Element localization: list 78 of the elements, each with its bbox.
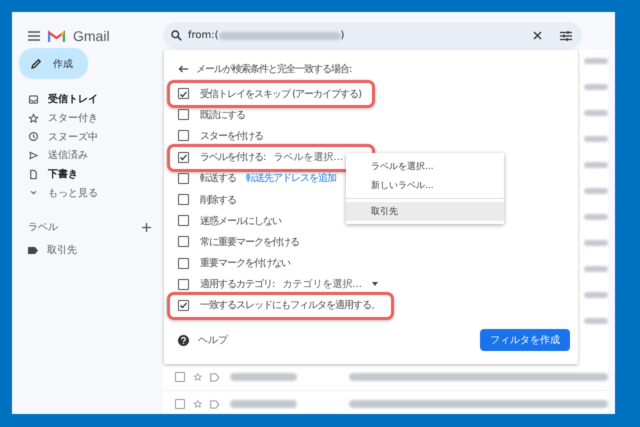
checkbox[interactable] (178, 236, 189, 248)
checkbox[interactable] (178, 300, 189, 311)
pencil-icon (31, 58, 41, 68)
plus-icon[interactable] (142, 222, 151, 232)
option-label: 適用するカテゴリ: (200, 278, 274, 292)
blurred-text (584, 188, 608, 194)
option-label: 常に重要マークを付ける (200, 236, 299, 249)
help-link[interactable]: ヘルプ (198, 333, 228, 348)
blurred-text (584, 110, 608, 116)
option-label: 受信トレイをスキップ (アーカイブする) (200, 88, 361, 101)
nav-icon (28, 112, 39, 124)
option-label: ラベルを付ける: (200, 151, 266, 164)
nav-item[interactable]: スヌーズ中 (12, 127, 163, 146)
option-label: 重要マークを付けない (200, 256, 290, 270)
caret-icon (372, 282, 378, 286)
query-text: ) (340, 30, 344, 41)
blurred-text (584, 136, 608, 142)
nav-item[interactable]: 受信トレイ (12, 90, 163, 109)
blurred-text (584, 292, 608, 298)
checkbox[interactable] (178, 88, 189, 100)
settings-sliders-icon[interactable] (560, 30, 572, 40)
dropdown-select[interactable]: カテゴリを選択... (280, 277, 380, 292)
blurred-text (584, 266, 608, 272)
create-filter-button[interactable]: フィルタを作成 (480, 329, 570, 352)
blurred-text (584, 318, 608, 324)
envelope-logo-icon (48, 30, 65, 42)
checkbox[interactable] (178, 258, 189, 269)
checkbox[interactable] (178, 130, 189, 142)
nav-item[interactable]: スター付き (12, 108, 163, 128)
back-arrow-icon[interactable] (178, 65, 188, 73)
row-checkbox[interactable] (175, 372, 185, 382)
menu-item[interactable]: 新しいラベル... (346, 176, 504, 195)
option-label: 一致するスレッドにもフィルタを適用する。 (200, 298, 380, 312)
search-icon (171, 30, 182, 41)
option-label: スターを付ける (200, 130, 263, 143)
app-name: Gmail (73, 28, 110, 44)
option-label: 迷惑メールにしない (200, 214, 281, 228)
query-text: from:( (188, 30, 219, 41)
menu-item[interactable]: 取引先 (346, 202, 504, 221)
blurred-text (584, 240, 608, 246)
checkbox[interactable] (178, 172, 189, 184)
checkbox[interactable] (178, 109, 189, 120)
checkbox[interactable] (178, 152, 189, 163)
compose-button[interactable]: 作成 (19, 48, 88, 79)
star-icon[interactable] (192, 399, 202, 409)
option-label: 既読にする (200, 108, 245, 122)
option-label: 転送する (200, 172, 236, 186)
blurred-text (230, 373, 297, 381)
close-icon[interactable] (533, 31, 542, 40)
checkbox[interactable] (178, 215, 189, 226)
blurred-text (584, 84, 608, 90)
tag-outline-icon[interactable] (210, 372, 220, 382)
checkbox[interactable] (178, 194, 189, 206)
star-icon[interactable] (192, 372, 202, 382)
blurred-text (584, 58, 608, 64)
nav-icon (28, 94, 39, 105)
menu-icon[interactable] (28, 31, 40, 41)
nav-item[interactable]: 下書き (12, 164, 163, 184)
dialog-heading: メールが検索条件と完全一致する場合: (196, 62, 352, 76)
label-item[interactable]: 取引先 (12, 241, 163, 260)
blurred-text (584, 214, 608, 220)
blurred-text (584, 162, 608, 168)
search-field[interactable]: from:( ) (163, 22, 582, 49)
tag-icon (28, 246, 38, 254)
nav-icon (28, 168, 39, 180)
nav-icon (28, 150, 39, 161)
tag-outline-icon[interactable] (210, 400, 220, 408)
nav-item[interactable]: もっと見る (12, 183, 163, 202)
checkbox[interactable] (178, 278, 189, 290)
row-checkbox[interactable] (175, 399, 185, 409)
blurred-text (230, 400, 297, 408)
option-label: 削除する (200, 194, 236, 207)
nav-item[interactable]: 送信済み (12, 146, 163, 165)
forward-address-link[interactable]: 転送先アドレスを追加 (246, 171, 336, 186)
nav-icon (28, 131, 39, 142)
labels-heading: ラベル (28, 221, 58, 234)
help-icon[interactable] (178, 334, 189, 346)
menu-item[interactable]: ラベルを選択... (346, 157, 504, 176)
